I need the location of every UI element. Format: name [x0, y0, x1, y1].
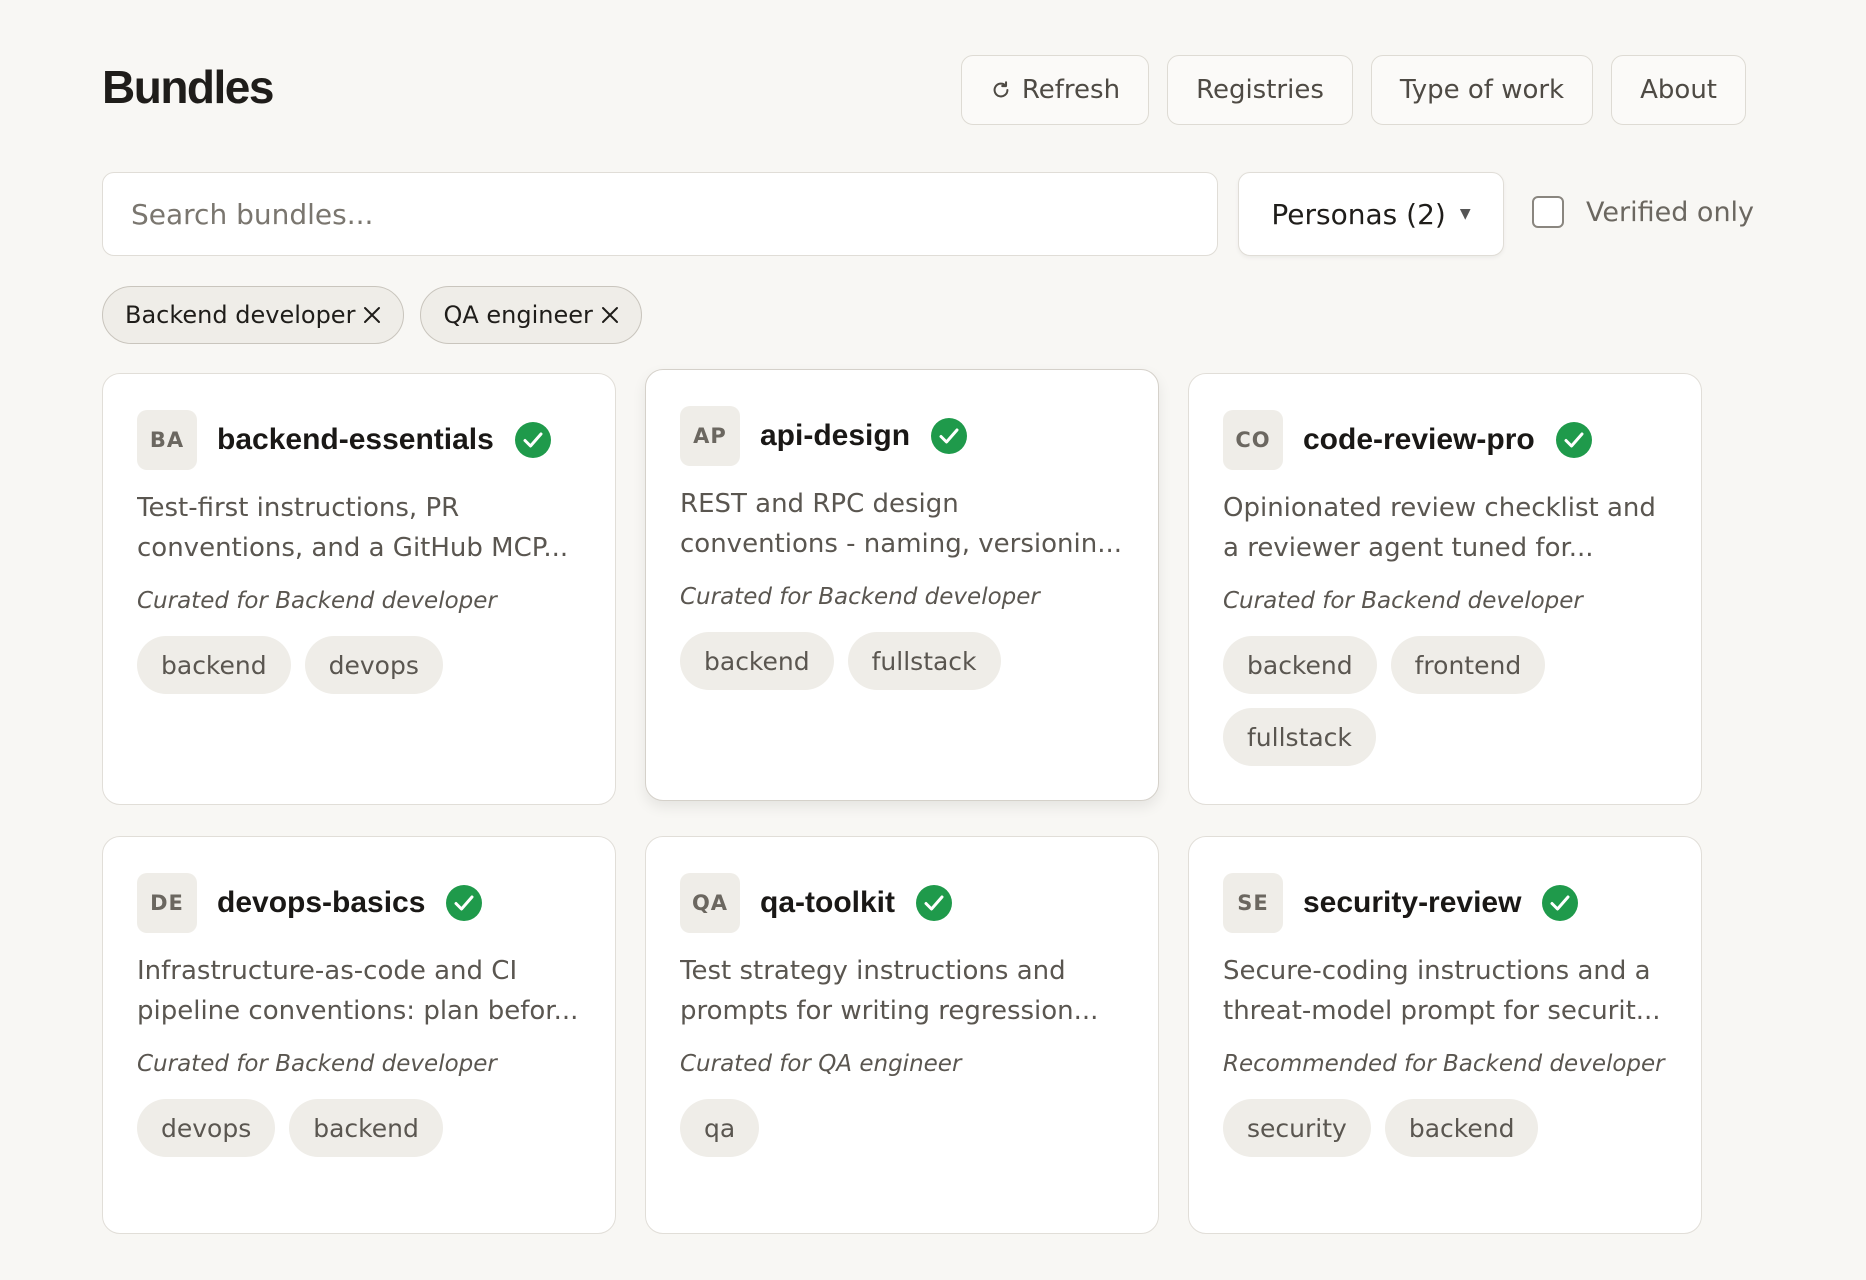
curated-note: Curated for Backend developer: [137, 588, 497, 614]
tag-pill[interactable]: backend: [680, 632, 834, 690]
tag-pill[interactable]: fullstack: [847, 632, 1001, 690]
curated-note: Curated for Backend developer: [1223, 588, 1583, 614]
verified-only-checkbox[interactable]: [1532, 196, 1564, 228]
avatar: AP: [680, 406, 740, 466]
avatar: QA: [680, 873, 740, 933]
verified-check-icon: [514, 422, 551, 458]
bundle-card[interactable]: QA qa-toolkit Test strategy instructions…: [645, 836, 1159, 1234]
caret-down-icon: ▼: [1459, 206, 1471, 222]
bundle-description: Test-first instructions, PR conventions,…: [137, 493, 569, 563]
avatar: DE: [137, 873, 197, 933]
bundle-name[interactable]: backend-essentials: [217, 423, 494, 457]
card-header: AP api-design: [680, 406, 1124, 466]
filter-chip-backend-developer[interactable]: Backend developer: [102, 286, 405, 344]
bundle-card[interactable]: DE devops-basics Infrastructure-as-code …: [102, 836, 616, 1234]
bundle-card[interactable]: AP api-design REST and RPC design conven…: [645, 369, 1159, 801]
search-input[interactable]: [102, 172, 1218, 256]
refresh-label: Refresh: [1021, 75, 1121, 105]
refresh-button[interactable]: Refresh: [960, 55, 1150, 125]
tag-list: devops backend: [137, 1099, 581, 1157]
tag-pill[interactable]: frontend: [1390, 636, 1546, 694]
card-header: SE security-review: [1223, 873, 1667, 933]
tag-pill[interactable]: backend: [1223, 636, 1377, 694]
about-button[interactable]: About: [1611, 55, 1746, 125]
chip-label: Backend developer: [125, 301, 356, 329]
bundle-description: Opinionated review checklist and a revie…: [1223, 493, 1656, 563]
tag-pill[interactable]: backend: [137, 636, 291, 694]
header-actions: Refresh Registries Type of work About: [960, 55, 1746, 125]
card-header: QA qa-toolkit: [680, 873, 1124, 933]
bundle-card[interactable]: BA backend-essentials Test-first instruc…: [102, 373, 616, 805]
tag-pill[interactable]: fullstack: [1223, 708, 1376, 766]
card-header: CO code-review-pro: [1223, 410, 1667, 470]
verified-only-toggle[interactable]: Verified only: [1532, 196, 1754, 228]
page-title: Bundles: [102, 61, 274, 113]
verified-check-icon: [1542, 885, 1579, 921]
tag-pill[interactable]: backend: [1384, 1099, 1539, 1157]
verified-check-icon: [931, 418, 968, 454]
tag-pill[interactable]: security: [1223, 1099, 1371, 1157]
type-of-work-button[interactable]: Type of work: [1370, 55, 1594, 125]
verified-check-icon: [1555, 422, 1592, 458]
bundle-name[interactable]: security-review: [1303, 886, 1521, 920]
card-header: BA backend-essentials: [137, 410, 581, 470]
curated-note: Curated for Backend developer: [680, 584, 1040, 610]
personas-label: Personas (2): [1271, 197, 1446, 231]
refresh-icon: [993, 81, 1009, 98]
bundle-description: Test strategy instructions and prompts f…: [680, 956, 1099, 1026]
bundle-card[interactable]: SE security-review Secure-coding instruc…: [1188, 836, 1702, 1234]
verified-check-icon: [446, 885, 483, 921]
close-icon[interactable]: [361, 304, 383, 326]
bundle-description: Secure-coding instructions and a threat-…: [1223, 956, 1661, 1026]
curated-note: Recommended for Backend developer: [1223, 1051, 1665, 1077]
verified-only-label: Verified only: [1586, 196, 1755, 228]
personas-dropdown[interactable]: Personas (2) ▼: [1238, 172, 1504, 256]
chip-label: QA engineer: [443, 301, 593, 329]
tag-list: qa: [680, 1099, 1124, 1157]
bundle-name[interactable]: code-review-pro: [1303, 423, 1535, 457]
avatar: CO: [1223, 410, 1283, 470]
active-filter-chips: Backend developer QA engineer: [102, 286, 642, 344]
tag-list: backend frontend fullstack: [1223, 636, 1667, 766]
curated-note: Curated for QA engineer: [680, 1051, 962, 1077]
verified-check-icon: [916, 885, 952, 921]
tag-list: backend devops: [137, 636, 581, 694]
close-icon[interactable]: [599, 304, 621, 326]
tag-pill[interactable]: backend: [289, 1099, 443, 1157]
avatar: BA: [137, 410, 197, 470]
tag-pill[interactable]: qa: [680, 1099, 760, 1157]
bundle-description: Infrastructure-as-code and CI pipeline c…: [137, 956, 579, 1026]
bundle-card[interactable]: CO code-review-pro Opinionated review ch…: [1188, 373, 1702, 805]
bundle-name[interactable]: api-design: [760, 419, 910, 453]
curated-note: Curated for Backend developer: [137, 1051, 497, 1077]
tag-pill[interactable]: devops: [304, 636, 443, 694]
bundle-name[interactable]: devops-basics: [217, 886, 425, 920]
tag-list: security backend: [1223, 1099, 1667, 1157]
tag-pill[interactable]: devops: [137, 1099, 276, 1157]
registries-button[interactable]: Registries: [1167, 55, 1353, 125]
bundle-description: REST and RPC design conventions - naming…: [680, 489, 1122, 559]
tag-list: backend fullstack: [680, 632, 1124, 690]
card-header: DE devops-basics: [137, 873, 581, 933]
avatar: SE: [1223, 873, 1283, 933]
bundle-name[interactable]: qa-toolkit: [760, 886, 895, 920]
filter-chip-qa-engineer[interactable]: QA engineer: [420, 286, 642, 344]
